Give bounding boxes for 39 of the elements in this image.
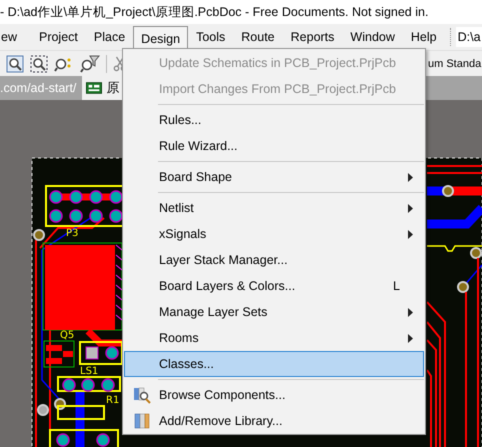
toolbar-dropdown[interactable]: um Standa <box>428 58 482 70</box>
menu-item[interactable]: ew <box>0 26 25 48</box>
submenu-arrow-icon <box>408 172 413 182</box>
menu-entry[interactable]: Board Shape <box>124 164 424 190</box>
menu-entry[interactable]: xSignals <box>124 221 424 247</box>
menu-item[interactable]: Route <box>233 26 283 48</box>
component-label: R1 <box>106 395 120 406</box>
zoom-page-icon[interactable] <box>6 54 24 72</box>
window-title: - D:\ad作业\单片机_Project\原理图.PcbDoc - Free Documents. Not signed in. <box>0 4 428 20</box>
component-search-icon <box>133 386 151 404</box>
menu-item[interactable]: Window <box>342 26 403 48</box>
menu-item[interactable]: Design <box>133 26 188 50</box>
path-field[interactable]: D:\a <box>456 27 482 47</box>
submenu-arrow-icon <box>408 334 413 342</box>
library-icon <box>134 412 150 430</box>
menu-entry[interactable]: Rule Wizard... <box>124 133 424 159</box>
menu-item[interactable]: Place <box>86 26 134 48</box>
submenu-arrow-icon <box>408 308 413 316</box>
menu-entry[interactable]: Layer Stack Manager... <box>124 247 424 273</box>
menu-entry[interactable]: Rules... <box>124 107 424 133</box>
menu-item[interactable]: Project <box>30 26 86 48</box>
menu-item[interactable]: Tools <box>188 26 234 48</box>
component-label: LS1 <box>80 366 98 377</box>
menu-entry[interactable]: Board Layers & Colors... L <box>124 273 424 299</box>
submenu-arrow-icon <box>408 230 413 238</box>
pcb-icon <box>86 82 102 94</box>
menu-entry[interactable]: Classes... <box>124 351 424 377</box>
component-label: Q5 <box>60 330 74 341</box>
menu-item[interactable]: Help <box>402 26 445 48</box>
menu-item[interactable]: Reports <box>282 26 342 48</box>
menu-entry[interactable]: Manage Layer Sets <box>124 299 424 325</box>
menu-entry[interactable]: Add/Remove Library... <box>124 408 424 434</box>
menu-entry[interactable]: Rooms <box>124 325 424 351</box>
component-label: P3 <box>66 228 78 239</box>
menu-entry[interactable]: Browse Components... <box>124 382 424 408</box>
menu-entry[interactable]: Netlist <box>124 195 424 221</box>
submenu-arrow-icon <box>408 204 413 212</box>
filter-icon[interactable] <box>80 54 100 72</box>
zoom-selection-icon[interactable] <box>30 54 48 72</box>
